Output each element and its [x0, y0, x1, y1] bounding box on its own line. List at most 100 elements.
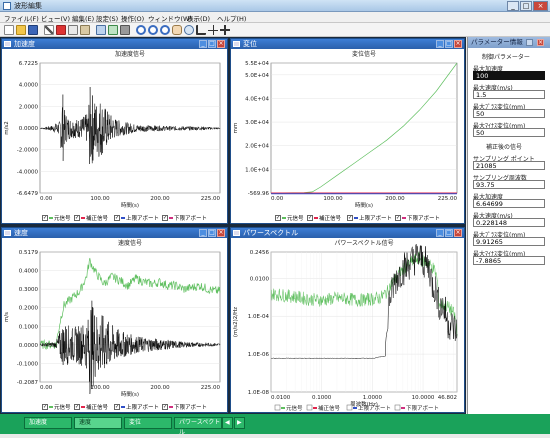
open-folder-icon[interactable] — [16, 25, 26, 35]
legend-upper-checkbox[interactable]: ✓ — [114, 215, 120, 221]
vel-window-title[interactable]: 速度 — [2, 228, 227, 238]
tab-power[interactable]: パワースペクトル — [174, 417, 222, 436]
legend-corrected-checkbox[interactable]: ✓ — [74, 215, 80, 221]
disp-window-title[interactable]: 変位 — [231, 39, 464, 49]
legend-corrected-checkbox[interactable]: ✓ — [307, 215, 313, 221]
tool-icon[interactable] — [120, 25, 130, 35]
param-value-field[interactable]: 93.75 — [473, 180, 545, 189]
power-minimize-button[interactable]: _ — [436, 229, 444, 237]
legend-corrected-label: 補正信号 — [86, 216, 109, 222]
accel-close-button[interactable]: × — [217, 40, 225, 48]
menu-edit[interactable]: 編集(E) — [72, 13, 94, 23]
accel-window[interactable]: 加速度 _ □ × 加速度信号 6.7225 4.0000 2.0000 0.0000 -… — [1, 38, 228, 224]
y-tick-label: 1.0E-06 — [248, 352, 270, 358]
tab-scroll-right-button[interactable]: ▶ — [234, 417, 245, 429]
power-chart[interactable]: パワースペクトル信号 0.2456 0.0100 1.0E-04 1.0E-06 1.0E… — [231, 238, 464, 412]
accel-minimize-button[interactable]: _ — [199, 40, 207, 48]
param-value-field[interactable]: 1.5 — [473, 90, 545, 99]
menu-view[interactable]: ビュー(V) — [41, 13, 70, 23]
minimize-button[interactable]: _ — [507, 1, 519, 11]
copy-icon[interactable] — [68, 25, 78, 35]
close-button[interactable]: × — [533, 1, 548, 11]
param-value-field[interactable]: 50 — [473, 109, 545, 118]
legend-upper-checkbox[interactable]: ✓ — [347, 215, 353, 221]
delete-icon[interactable] — [56, 25, 66, 35]
vel-chart[interactable]: 速度信号 0.5179 0.4000 0.3000 0.2000 0.1000 0.0000… — [2, 238, 227, 402]
power-close-button[interactable]: × — [454, 229, 462, 237]
disp-window[interactable]: 変位 _ □ × 変位信号 5.5E+04 5.0E+04 4.0E+04 3.0E+0… — [230, 38, 465, 224]
y-tick-label: 6.7225 — [19, 61, 39, 67]
param-value-field[interactable]: 0.228148 — [473, 218, 545, 227]
param-value-field[interactable]: -7.8865 — [473, 256, 545, 265]
crosshair-icon[interactable] — [208, 25, 218, 35]
rotate-icon[interactable] — [184, 25, 194, 35]
menu-file[interactable]: ファイル(F) — [4, 13, 39, 23]
tab-disp[interactable]: 変位 — [124, 417, 172, 429]
menu-operation[interactable]: 操作(O) — [121, 13, 144, 23]
param-value-field[interactable]: 9.91265 — [473, 237, 545, 246]
cut-icon[interactable] — [44, 25, 54, 35]
vel-close-button[interactable]: × — [217, 229, 225, 237]
param-value-field[interactable]: 100 — [473, 71, 545, 80]
control-params-heading: 制御パラメーター — [482, 54, 530, 61]
zoom-icon[interactable] — [160, 25, 170, 35]
legend-upper-label: 上限アボート — [359, 216, 393, 222]
disp-maximize-button[interactable]: □ — [445, 40, 453, 48]
vel-maximize-button[interactable]: □ — [208, 229, 216, 237]
legend-upper-checkbox[interactable]: ✓ — [114, 404, 120, 410]
save-icon[interactable] — [28, 25, 38, 35]
legend-corrected-checkbox[interactable]: ✓ — [74, 404, 80, 410]
paste-icon[interactable] — [80, 25, 90, 35]
power-window[interactable]: パワースペクトル _ □ × パワースペクトル信号 0.2456 0.0100 1.0… — [230, 227, 465, 413]
plot-area — [270, 251, 458, 393]
menu-window[interactable]: ウィンドウ(W) — [148, 13, 192, 23]
disp-minimize-button[interactable]: _ — [436, 40, 444, 48]
legend-lower-checkbox[interactable]: ✓ — [162, 404, 168, 410]
tab-accel[interactable]: 加速度 — [24, 417, 72, 429]
legend-lower-checkbox[interactable]: ✓ — [395, 215, 401, 221]
menu-display[interactable]: 表示(D) — [187, 13, 210, 23]
legend-upper-label: 上限アボート — [358, 404, 391, 412]
accel-window-title[interactable]: 加速度 — [2, 39, 227, 49]
disp-close-button[interactable]: × — [454, 40, 462, 48]
maximize-button[interactable]: □ — [520, 1, 532, 11]
param-value-field[interactable]: 21085 — [473, 161, 545, 170]
zoom-out-icon[interactable] — [148, 25, 158, 35]
cursor-icon[interactable] — [220, 25, 230, 35]
legend-original-label: 元信号 — [286, 404, 303, 412]
legend-lower-swatch — [169, 217, 173, 219]
accel-maximize-button[interactable]: □ — [208, 40, 216, 48]
vel-window[interactable]: 速度 _ □ × 速度信号 0.5179 0.4000 0.3000 0.2000 0.1… — [1, 227, 228, 413]
param-value-field[interactable]: 50 — [473, 128, 545, 137]
chart-title: 速度信号 — [118, 239, 142, 247]
x-tick-label: 100.00 — [90, 196, 110, 202]
legend-original-checkbox[interactable]: ✓ — [275, 215, 281, 221]
legend-lower-checkbox[interactable]: ✓ — [162, 215, 168, 221]
x-axis-label: 時間(s) — [121, 201, 139, 209]
tab-vel[interactable]: 速度 — [74, 417, 122, 429]
power-maximize-button[interactable]: □ — [445, 229, 453, 237]
disp-chart[interactable]: 変位信号 5.5E+04 5.0E+04 4.0E+04 3.0E+04 2.0E+04 1… — [231, 49, 464, 213]
panel-pin-icon[interactable] — [526, 39, 533, 46]
panel-close-button[interactable]: × — [537, 39, 544, 46]
y-axis-label: mm — [233, 123, 239, 134]
y-tick-label: -6.6479 — [17, 191, 39, 197]
x-axis-label: 時間(s) — [355, 201, 373, 209]
menu-help[interactable]: ヘルプ(H) — [217, 13, 246, 23]
power-window-title[interactable]: パワースペクトル — [231, 228, 464, 238]
zoom-in-icon[interactable] — [136, 25, 146, 35]
axis-icon[interactable] — [196, 25, 206, 35]
legend-lower-checkbox — [394, 404, 401, 411]
sort-icon[interactable] — [96, 25, 106, 35]
hand-icon[interactable] — [172, 25, 182, 35]
wave-icon[interactable] — [108, 25, 118, 35]
menu-settings[interactable]: 設定(S) — [96, 13, 118, 23]
new-file-icon[interactable] — [4, 25, 14, 35]
tab-scroll-left-button[interactable]: ◀ — [222, 417, 233, 429]
vel-minimize-button[interactable]: _ — [199, 229, 207, 237]
param-value-field[interactable]: 6.64699 — [473, 199, 545, 208]
y-tick-label: 1.0E-08 — [248, 390, 270, 396]
legend-original-checkbox[interactable]: ✓ — [42, 215, 48, 221]
legend-original-checkbox[interactable]: ✓ — [42, 404, 48, 410]
accel-chart[interactable]: 加速度信号 6.7225 4.0000 2.0000 0.0000 -2.0000 -4.0… — [2, 49, 227, 213]
